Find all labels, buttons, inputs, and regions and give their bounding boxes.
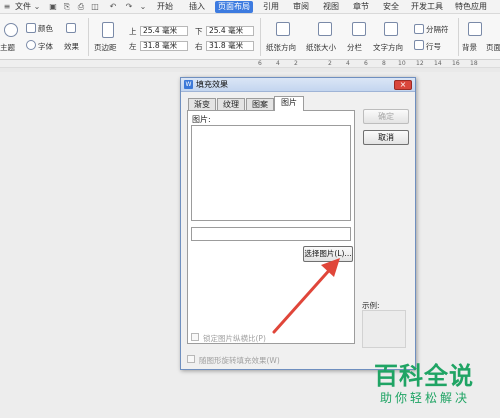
baike-watermark: 百科全说 助你轻松解决 [372,356,490,410]
tab-picture[interactable]: 图片 [274,96,304,111]
watermark-slogan: 助你轻松解决 [380,391,471,405]
arrow-shaft [272,264,335,334]
watermark-title: 百科全说 [374,362,474,390]
